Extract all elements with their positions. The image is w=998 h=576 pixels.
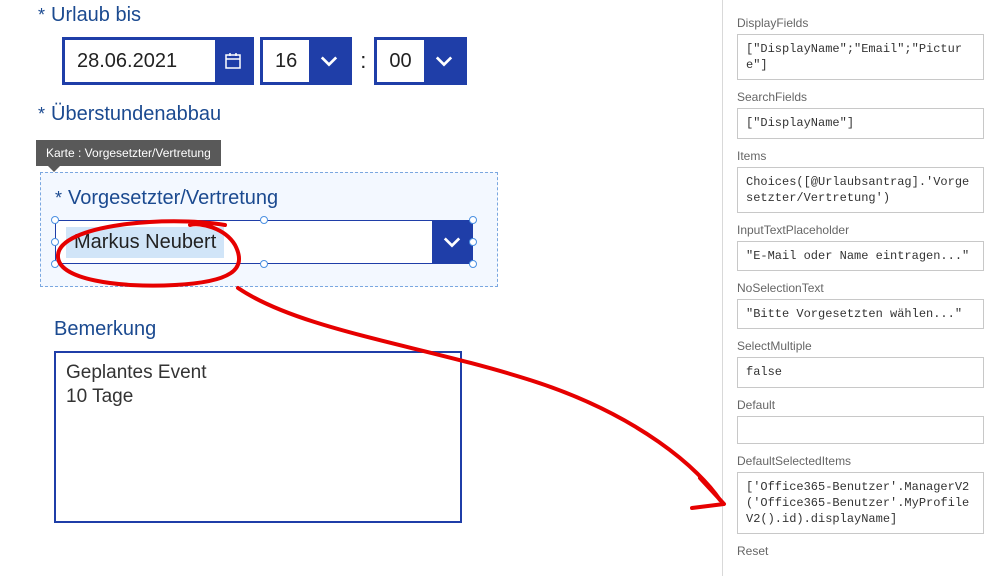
prop-label-default: Default (737, 398, 984, 412)
prop-label-reset: Reset (737, 544, 984, 558)
selection-handle[interactable] (469, 260, 477, 268)
prop-label-defaultselecteditems: DefaultSelectedItems (737, 454, 984, 468)
prop-input-inputtextplaceholder[interactable]: "E-Mail oder Name eintragen..." (737, 241, 984, 271)
selection-handle[interactable] (260, 216, 268, 224)
form-canvas: * Urlaub bis 28.06.2021 16 (0, 0, 710, 576)
required-star: * (38, 5, 45, 26)
vorgesetzter-card[interactable]: * Vorgesetzter/Vertretung Markus Neubert (40, 172, 498, 287)
prop-input-noselectiontext[interactable]: "Bitte Vorgesetzten wählen..." (737, 299, 984, 329)
selected-person-token[interactable]: Markus Neubert (66, 227, 224, 258)
prop-label-searchfields: SearchFields (737, 90, 984, 104)
urlaub-bis-text: Urlaub bis (51, 4, 141, 27)
tooltip-text: Karte : Vorgesetzter/Vertretung (46, 146, 211, 160)
selection-handle[interactable] (51, 216, 59, 224)
prop-label-noselectiontext: NoSelectionText (737, 281, 984, 295)
uberstunden-text: Überstundenabbau (51, 103, 221, 126)
date-row: 28.06.2021 16 : 00 (62, 37, 500, 85)
selection-handle[interactable] (51, 238, 59, 246)
prop-label-items: Items (737, 149, 984, 163)
prop-input-default[interactable] (737, 416, 984, 444)
chevron-down-icon[interactable] (432, 221, 472, 263)
bemerkung-label: Bemerkung (54, 318, 494, 341)
bemerkung-section: Bemerkung Geplantes Event 10 Tage (54, 318, 494, 523)
prop-label-inputtextplaceholder: InputTextPlaceholder (737, 223, 984, 237)
uberstunden-label: * Überstundenabbau (38, 103, 500, 126)
prop-label-selectmultiple: SelectMultiple (737, 339, 984, 353)
form-card-top: * Urlaub bis 28.06.2021 16 (38, 0, 500, 136)
date-picker[interactable]: 28.06.2021 (62, 37, 254, 85)
properties-panel: DisplayFields ["DisplayName";"Email";"Pi… (722, 0, 998, 576)
prop-input-items[interactable]: Choices([@Urlaubsantrag].'Vorgesetzter/V… (737, 167, 984, 213)
hour-value: 16 (263, 50, 309, 73)
prop-input-searchfields[interactable]: ["DisplayName"] (737, 108, 984, 138)
bemerkung-textarea[interactable]: Geplantes Event 10 Tage (54, 351, 462, 523)
selection-handle[interactable] (51, 260, 59, 268)
calendar-icon[interactable] (215, 38, 251, 84)
minute-dropdown[interactable]: 00 (374, 37, 466, 85)
prop-label-displayfields: DisplayFields (737, 16, 984, 30)
card-tooltip: Karte : Vorgesetzter/Vertretung (36, 140, 221, 166)
chevron-down-icon[interactable] (309, 38, 349, 84)
vorgesetzter-label: * Vorgesetzter/Vertretung (55, 187, 483, 210)
people-combobox[interactable]: Markus Neubert (55, 220, 473, 264)
prop-input-selectmultiple[interactable]: false (737, 357, 984, 387)
date-value: 28.06.2021 (65, 50, 215, 73)
chevron-down-icon[interactable] (424, 38, 464, 84)
minute-value: 00 (377, 50, 423, 73)
required-star: * (38, 104, 45, 125)
urlaub-bis-label: * Urlaub bis (38, 4, 500, 27)
vorgesetzter-text: Vorgesetzter/Vertretung (68, 187, 278, 210)
time-colon: : (358, 37, 368, 85)
selection-handle[interactable] (469, 216, 477, 224)
prop-input-defaultselecteditems[interactable]: ['Office365-Benutzer'.ManagerV2('Office3… (737, 472, 984, 535)
hour-dropdown[interactable]: 16 (260, 37, 352, 85)
prop-input-displayfields[interactable]: ["DisplayName";"Email";"Picture"] (737, 34, 984, 80)
required-star: * (55, 188, 62, 209)
selection-handle[interactable] (469, 238, 477, 246)
selection-handle[interactable] (260, 260, 268, 268)
